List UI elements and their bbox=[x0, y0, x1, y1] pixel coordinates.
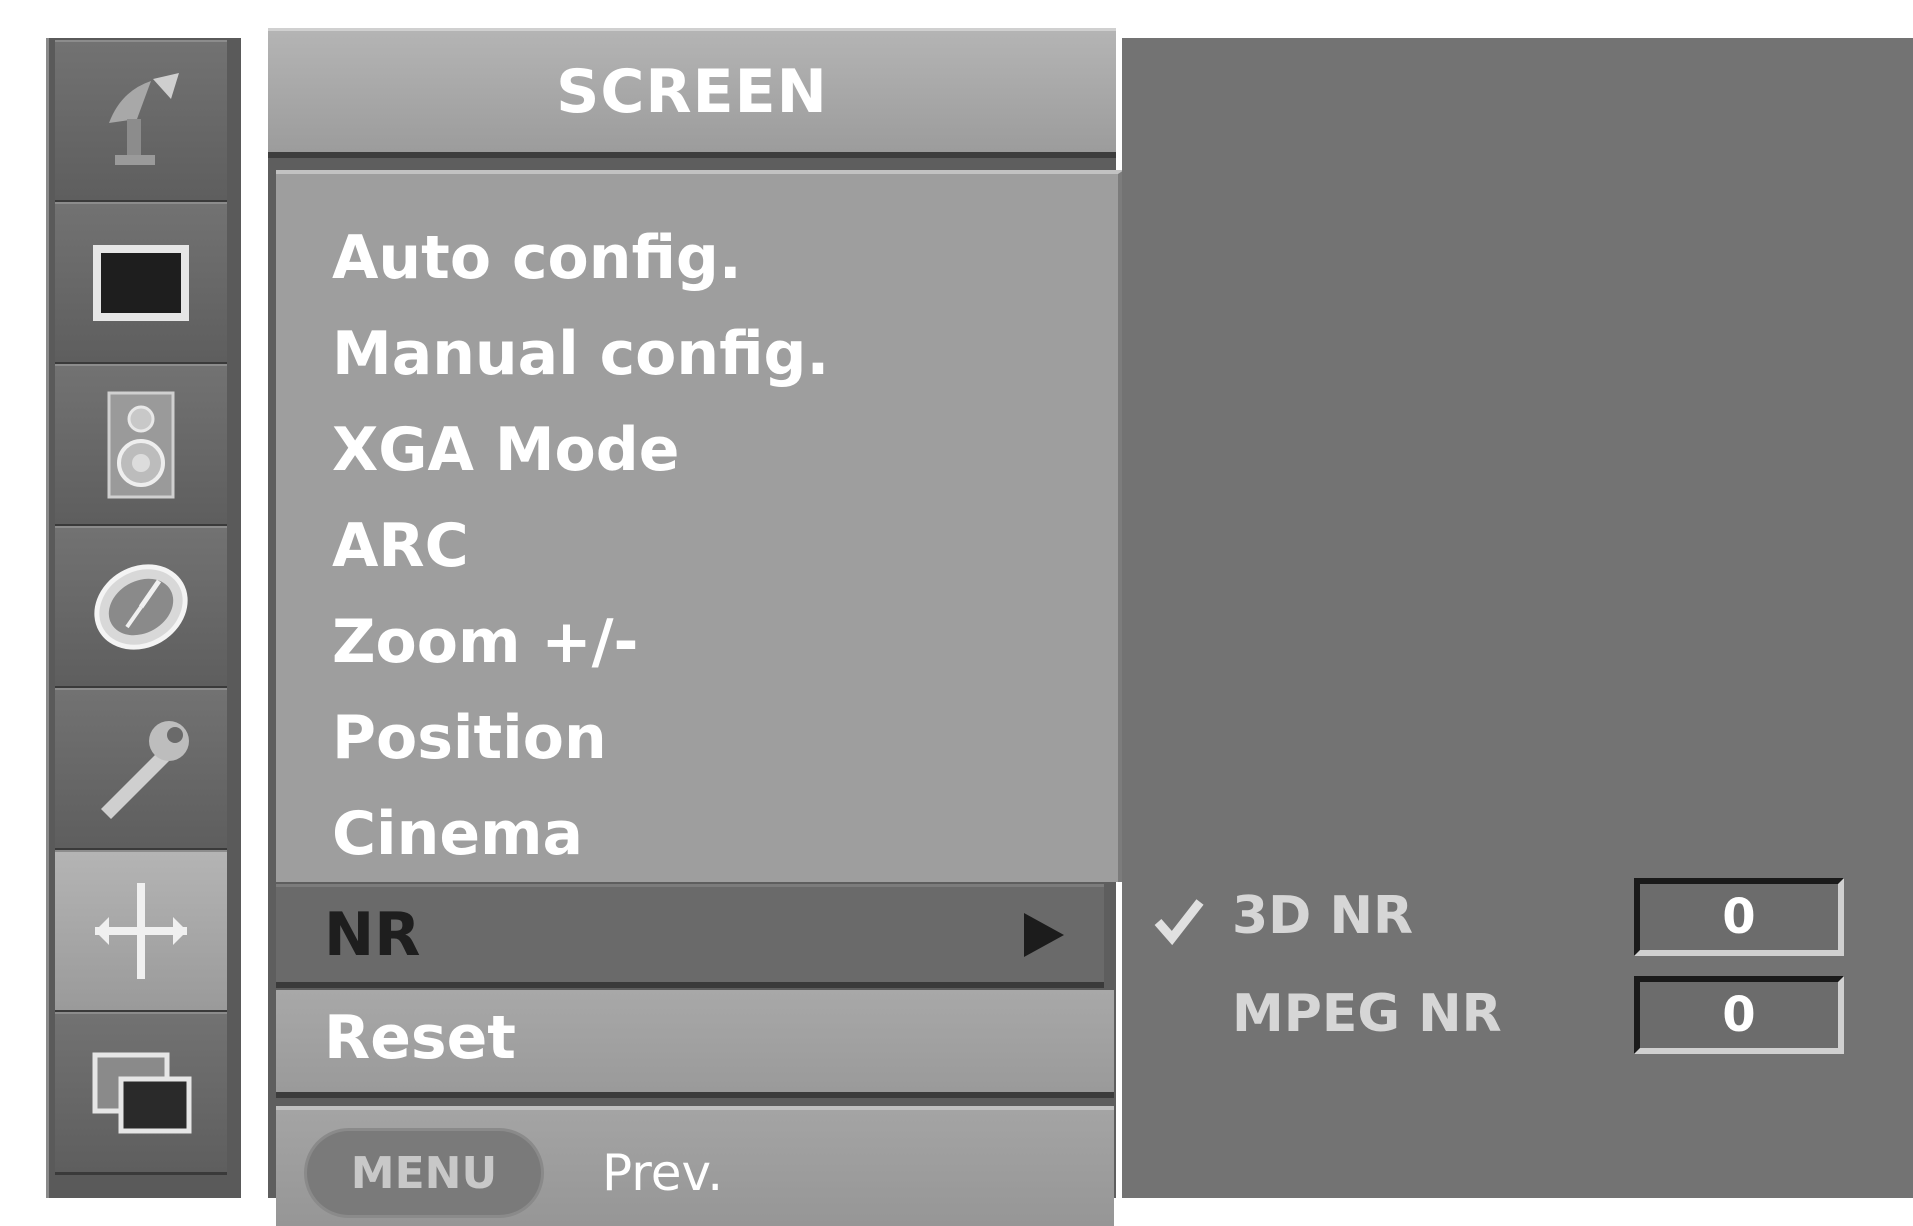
speaker-icon bbox=[107, 391, 175, 499]
menu-title: SCREEN bbox=[268, 28, 1116, 158]
sidebar-item-audio[interactable] bbox=[55, 364, 227, 527]
submenu-arrow-icon bbox=[1024, 913, 1064, 957]
menu-category-sidebar bbox=[46, 38, 241, 1198]
wrench-icon bbox=[101, 721, 189, 819]
submenu-item-mpeg-nr[interactable]: MPEG NR 0 bbox=[1122, 966, 1913, 1062]
value-mpeg-nr[interactable]: 0 bbox=[1634, 976, 1844, 1054]
menu-item-zoom[interactable]: Zoom +/- bbox=[332, 594, 638, 690]
sidebar-item-station[interactable] bbox=[55, 40, 227, 203]
menu-footer: MENU Prev. bbox=[276, 1106, 1114, 1226]
menu-item-xga-mode[interactable]: XGA Mode bbox=[332, 402, 679, 498]
submenu-item-3d-nr[interactable]: 3D NR 0 bbox=[1122, 868, 1913, 964]
clock-icon bbox=[94, 564, 188, 650]
satellite-dish-icon bbox=[109, 73, 179, 165]
menu-item-manual-config[interactable]: Manual config. bbox=[332, 306, 829, 402]
menu-list: Auto config. Manual config. XGA Mode ARC… bbox=[276, 170, 1124, 882]
submenu-label-3d-nr: 3D NR bbox=[1232, 886, 1414, 946]
sidebar-item-time[interactable] bbox=[55, 526, 227, 689]
menu-item-nr-label: NR bbox=[324, 899, 421, 970]
pip-icon bbox=[92, 1052, 192, 1134]
sidebar-item-picture[interactable] bbox=[55, 202, 227, 365]
sidebar-item-screen[interactable] bbox=[55, 850, 227, 1013]
menu-item-arc[interactable]: ARC bbox=[332, 498, 469, 594]
menu-item-position[interactable]: Position bbox=[332, 690, 607, 786]
submenu-area: 3D NR 0 MPEG NR 0 bbox=[1122, 38, 1913, 1198]
check-icon bbox=[1154, 899, 1204, 946]
prev-label: Prev. bbox=[602, 1144, 724, 1202]
screen-menu-panel: SCREEN Auto config. Manual config. XGA M… bbox=[268, 28, 1124, 1226]
sidebar-item-pip[interactable] bbox=[55, 1012, 227, 1175]
submenu-label-mpeg-nr: MPEG NR bbox=[1232, 984, 1502, 1044]
menu-item-cinema[interactable]: Cinema bbox=[332, 786, 583, 882]
menu-item-auto-config[interactable]: Auto config. bbox=[332, 210, 742, 306]
picture-icon bbox=[93, 245, 189, 321]
sidebar-item-special[interactable] bbox=[55, 688, 227, 851]
menu-item-reset-row[interactable]: Reset bbox=[276, 990, 1114, 1098]
menu-key-button[interactable]: MENU bbox=[304, 1128, 544, 1218]
menu-item-nr[interactable]: NR bbox=[276, 884, 1104, 988]
value-3d-nr[interactable]: 0 bbox=[1634, 878, 1844, 956]
menu-item-reset: Reset bbox=[324, 1003, 516, 1073]
screen-adjust-icon bbox=[95, 883, 187, 979]
